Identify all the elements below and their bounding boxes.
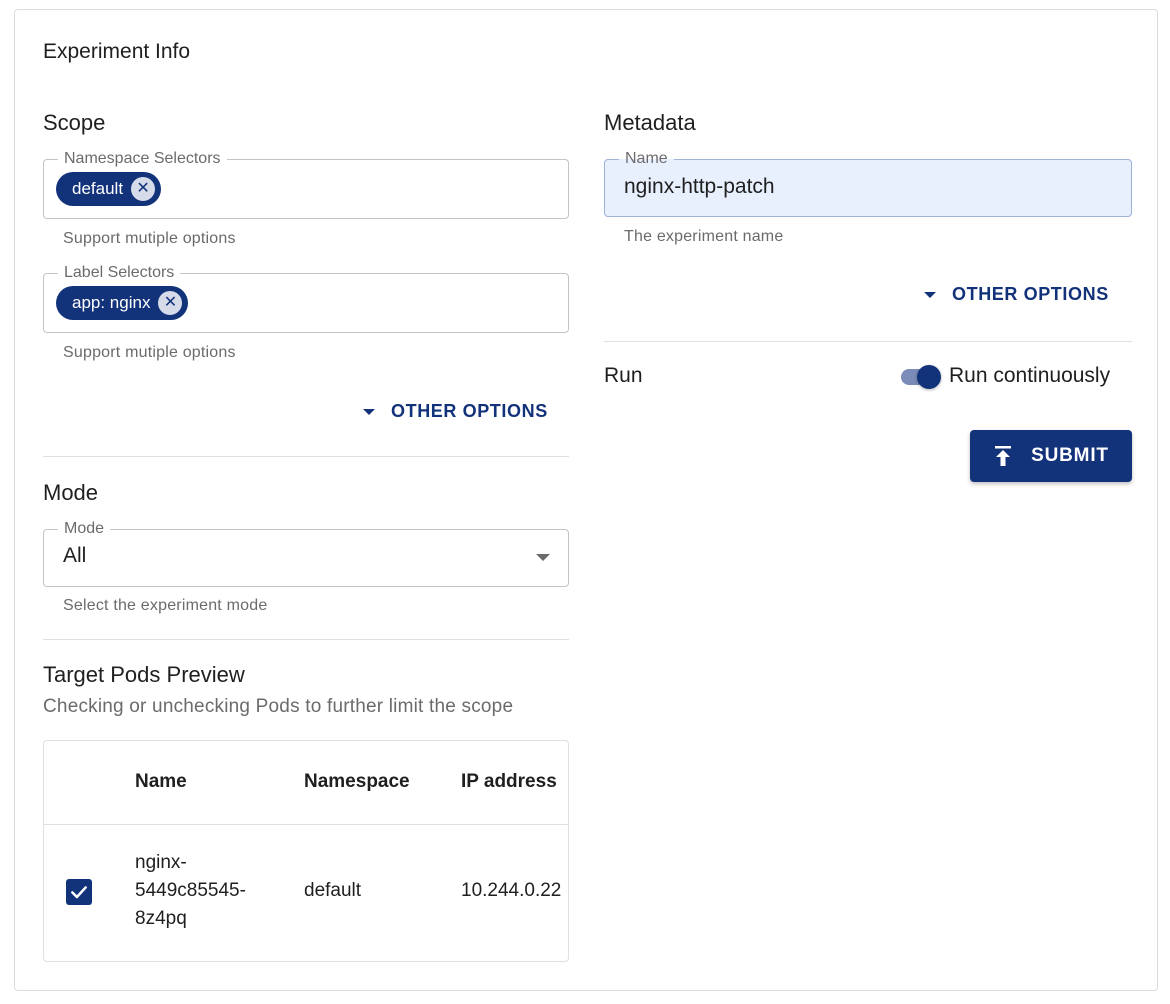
row-name: nginx- 5449c85545- 8z4pq xyxy=(135,849,246,933)
namespace-chip-label: default xyxy=(72,179,124,198)
scope-other-options-button[interactable]: OTHER OPTIONS xyxy=(363,401,548,422)
mode-legend: Mode xyxy=(58,519,111,539)
namespace-chip: default ✕ xyxy=(56,172,162,206)
scope-divider xyxy=(43,456,569,457)
scope-title: Scope xyxy=(43,110,106,135)
preview-subtitle: Checking or unchecking Pods to further l… xyxy=(43,696,514,717)
scope-other-options-label: OTHER OPTIONS xyxy=(391,401,548,421)
mode-divider xyxy=(43,639,569,640)
row-ip: 10.244.0.22 xyxy=(461,880,562,901)
label-chip: app: nginx ✕ xyxy=(56,286,189,320)
label-chip-label: app: nginx xyxy=(72,293,151,312)
caret-down-icon xyxy=(924,291,936,298)
chip-remove-icon[interactable]: ✕ xyxy=(158,291,183,315)
row-namespace: default xyxy=(304,880,362,901)
label-selectors-field[interactable]: Label Selectors app: nginx ✕ xyxy=(43,263,569,333)
experiment-name-input[interactable]: Name nginx-http-patch xyxy=(604,149,1132,217)
run-continuously-label: Run continuously xyxy=(949,364,1111,387)
caret-down-icon[interactable] xyxy=(536,554,550,561)
upload-icon xyxy=(995,446,1012,466)
column-header-name[interactable]: Name xyxy=(135,771,187,793)
mode-title: Mode xyxy=(43,480,99,505)
experiment-name-helper: The experiment name xyxy=(624,228,784,245)
row-name-line: 8z4pq xyxy=(135,908,187,929)
namespace-helper: Support mutiple options xyxy=(63,230,236,247)
column-header-ip[interactable]: IP address xyxy=(461,771,557,793)
preview-title: Target Pods Preview xyxy=(43,662,245,687)
submit-label: SUBMIT xyxy=(1031,445,1109,466)
run-continuously-switch[interactable]: Run continuously xyxy=(899,362,1139,392)
card-title: Experiment Info xyxy=(43,40,191,63)
pods-table: Name Namespace IP address nginx- 5449c85… xyxy=(43,740,569,962)
mode-helper: Select the experiment mode xyxy=(63,597,268,614)
check-icon xyxy=(71,886,87,899)
namespace-selectors-field[interactable]: Namespace Selectors default ✕ xyxy=(43,149,569,219)
metadata-other-options-button[interactable]: OTHER OPTIONS xyxy=(924,284,1109,305)
experiment-name-value: nginx-http-patch xyxy=(624,175,775,198)
column-header-namespace[interactable]: Namespace xyxy=(304,771,410,793)
experiment-name-legend: Name xyxy=(619,149,674,169)
row-name-line: nginx- xyxy=(135,852,187,873)
submit-button[interactable]: SUBMIT xyxy=(970,430,1132,482)
metadata-divider xyxy=(604,341,1132,342)
table-header-divider xyxy=(44,824,568,825)
experiment-info-card: Experiment Info Scope Namespace Selector… xyxy=(14,9,1158,991)
mode-select[interactable]: Mode All xyxy=(43,519,569,587)
metadata-title: Metadata xyxy=(604,110,696,135)
label-selectors-legend: Label Selectors xyxy=(58,263,181,283)
switch-thumb xyxy=(917,365,941,389)
mode-value: All xyxy=(63,544,87,567)
run-label: Run xyxy=(604,364,643,387)
namespace-selectors-legend: Namespace Selectors xyxy=(58,149,227,169)
label-helper: Support mutiple options xyxy=(63,344,236,361)
row-name-line: 5449c85545- xyxy=(135,880,246,901)
caret-down-icon xyxy=(363,408,375,415)
metadata-other-options-label: OTHER OPTIONS xyxy=(952,284,1109,304)
chip-remove-icon[interactable]: ✕ xyxy=(131,177,156,201)
row-checkbox[interactable] xyxy=(66,879,92,905)
